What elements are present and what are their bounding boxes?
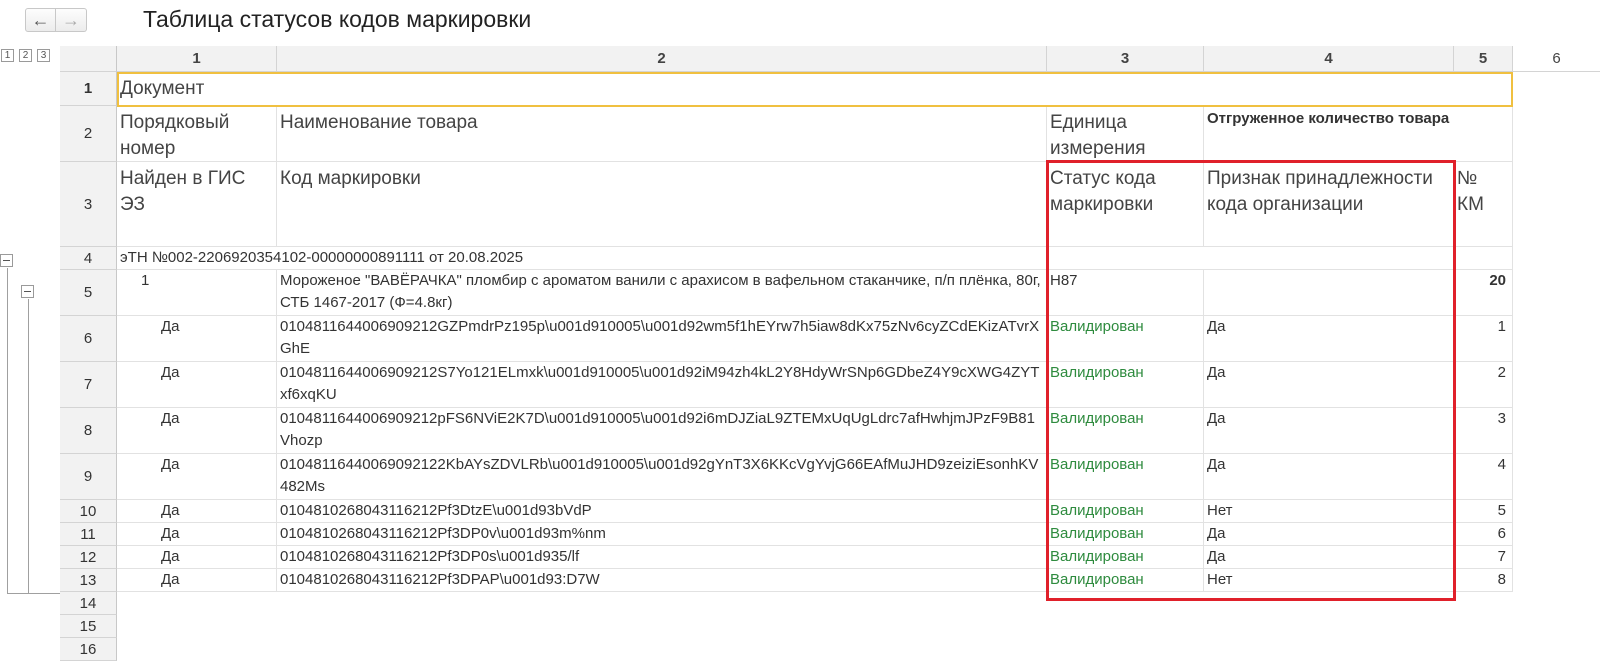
row-header-15[interactable]: 15 [60,615,117,638]
km-number-cell[interactable]: 2 [1454,362,1513,408]
back-button[interactable]: ← [25,8,56,32]
order-number-header-cell[interactable]: Порядковый номер [117,106,277,162]
row-header-13[interactable]: 13 [60,569,117,592]
marking-code-cell[interactable]: 010481026804311621​2Pf3DP0v\u001d93m%nm [277,523,1047,546]
column-header-2[interactable]: 2 [277,46,1047,72]
arrow-left-icon: ← [31,9,50,30]
row-header-4[interactable]: 4 [60,247,117,270]
km-number-cell[interactable]: 1 [1454,316,1513,362]
group-level-3-button[interactable]: 3 [37,49,50,62]
row-header-5[interactable]: 5 [60,270,117,316]
km-number-cell[interactable]: 7 [1454,546,1513,569]
found-cell[interactable]: Да [117,454,277,500]
row-header-12[interactable]: 12 [60,546,117,569]
sheet-corner[interactable] [60,46,117,72]
group-line-end [7,593,60,594]
status-cell[interactable]: Валидирован [1047,569,1204,592]
marking-code-cell[interactable]: 010481164400690921​2pFS6NViE2K7D\u001d91… [277,408,1047,454]
found-cell[interactable]: Да [117,523,277,546]
org-sign-cell[interactable]: Да [1204,408,1454,454]
group-line [7,268,8,593]
found-cell[interactable]: Да [117,408,277,454]
column-header-4[interactable]: 4 [1204,46,1454,72]
page-title: Таблица статусов кодов маркировки [143,6,532,32]
org-sign-cell[interactable]: Да [1204,362,1454,408]
unit-header-cell[interactable]: Единица измерения [1047,106,1204,162]
org-sign-cell[interactable]: Да [1204,454,1454,500]
row-header-7[interactable]: 7 [60,362,117,408]
empty-cell[interactable] [1047,247,1513,270]
collapse-group-document-button[interactable] [0,254,13,267]
found-cell[interactable]: Да [117,316,277,362]
row-header-11[interactable]: 11 [60,523,117,546]
product-name-header-cell[interactable]: Наименование товара [277,106,1047,162]
marking-code-cell[interactable]: 010481164400690921​2GZPmdrPz195p\u001d91… [277,316,1047,362]
empty-cell[interactable] [1204,270,1454,316]
found-cell[interactable]: Да [117,500,277,523]
found-cell[interactable]: Да [117,569,277,592]
km-number-cell[interactable]: 3 [1454,408,1513,454]
row-header-10[interactable]: 10 [60,500,117,523]
forward-button[interactable]: → [56,8,87,32]
arrow-right-icon: → [62,9,80,30]
column-header-3[interactable]: 3 [1047,46,1204,72]
org-sign-cell[interactable]: Нет [1204,500,1454,523]
org-sign-cell[interactable]: Да [1204,546,1454,569]
product-qty-cell[interactable]: 20 [1454,270,1513,316]
km-number-cell[interactable]: 4 [1454,454,1513,500]
marking-code-cell[interactable]: 010481026804311621​2Pf3DPAP\u001d93:D7W [277,569,1047,592]
product-number-cell[interactable]: 1 [117,270,277,316]
collapse-group-product-button[interactable] [21,285,34,298]
status-cell[interactable]: Валидирован [1047,454,1204,500]
column-header-5[interactable]: 5 [1454,46,1513,72]
org-sign-header-cell[interactable]: Признак принадлежности кода организации [1204,162,1454,247]
org-sign-cell[interactable]: Нет [1204,569,1454,592]
status-cell[interactable]: Валидирован [1047,408,1204,454]
marking-code-cell[interactable]: 010481026804311621​2Pf3DP0s\u001d935/lf [277,546,1047,569]
row-header-3[interactable]: 3 [60,162,117,247]
document-header-cell[interactable]: Документ [117,72,1513,106]
marking-code-cell[interactable]: 010481164400690921​2S7Yo121ELmxk\u001d91… [277,362,1047,408]
row-header-8[interactable]: 8 [60,408,117,454]
product-name-cell[interactable]: Мороженое "ВАВЁРАЧКА" пломбир с ароматом… [277,270,1047,316]
found-cell[interactable]: Да [117,362,277,408]
found-in-gis-header-cell[interactable]: Найден в ГИС ЭЗ [117,162,277,247]
row-header-14[interactable]: 14 [60,592,117,615]
km-number-cell[interactable]: 6 [1454,523,1513,546]
column-header-1[interactable]: 1 [117,46,277,72]
group-line [28,299,29,593]
status-cell[interactable]: Валидирован [1047,316,1204,362]
row-header-2[interactable]: 2 [60,106,117,162]
document-row-cell[interactable]: эТН №002-2206920354102-00000000891111 от… [117,247,1047,270]
row-header-6[interactable]: 6 [60,316,117,362]
group-level-2-button[interactable]: 2 [19,49,32,62]
marking-code-cell[interactable]: 010481164400690921​22KbAYsZDVLRb\u001d91… [277,454,1047,500]
km-number-header-cell[interactable]: № КМ [1454,162,1513,247]
product-unit-cell[interactable]: Н87 [1047,270,1204,316]
org-sign-cell[interactable]: Да [1204,523,1454,546]
found-cell[interactable]: Да [117,546,277,569]
status-cell[interactable]: Валидирован [1047,546,1204,569]
status-cell[interactable]: Валидирован [1047,362,1204,408]
km-number-cell[interactable]: 8 [1454,569,1513,592]
row-header-1[interactable]: 1 [60,72,117,106]
status-cell[interactable]: Валидирован [1047,500,1204,523]
status-cell[interactable]: Валидирован [1047,523,1204,546]
org-sign-cell[interactable]: Да [1204,316,1454,362]
marking-code-header-cell[interactable]: Код маркировки [277,162,1047,247]
code-status-header-cell[interactable]: Статус кода маркировки [1047,162,1204,247]
row-header-16[interactable]: 16 [60,638,117,661]
km-number-cell[interactable]: 5 [1454,500,1513,523]
row-header-9[interactable]: 9 [60,454,117,500]
shipped-qty-header-cell[interactable]: Отгруженное количество товара [1204,106,1513,162]
group-level-1-button[interactable]: 1 [1,49,14,62]
marking-code-cell[interactable]: 010481026804311621​2Pf3DtzE\u001d93bVdP [277,500,1047,523]
column-header-6[interactable]: 6 [1513,46,1600,72]
